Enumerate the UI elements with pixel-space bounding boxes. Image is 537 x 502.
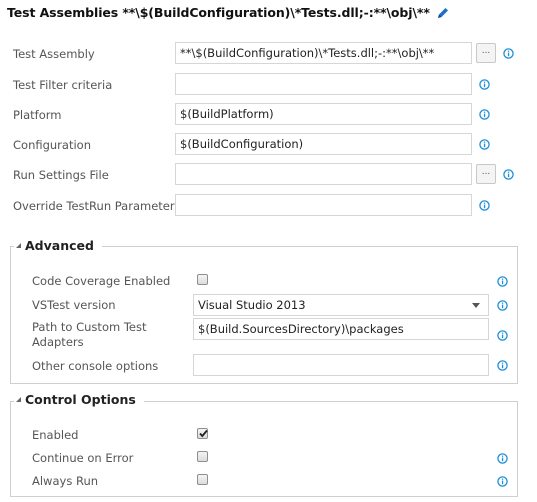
- field-platform: Platform $(BuildPlatform): [0, 103, 537, 129]
- task-title: Test Assemblies **\$(BuildConfiguration)…: [7, 5, 450, 20]
- field-label: Test Filter criteria: [13, 78, 113, 92]
- always-run-checkbox[interactable]: [197, 474, 208, 485]
- expand-triangle-icon: [16, 243, 21, 248]
- code-coverage-checkbox[interactable]: [197, 274, 208, 285]
- info-icon[interactable]: [479, 139, 490, 150]
- control-options-section-header[interactable]: Control Options: [14, 392, 144, 407]
- field-configuration: Configuration $(BuildConfiguration): [0, 133, 537, 159]
- field-override-params: Override TestRun Parameters: [0, 194, 537, 220]
- info-icon[interactable]: [479, 109, 490, 120]
- vstest-version-label: VSTest version: [32, 298, 116, 312]
- info-icon[interactable]: [479, 200, 490, 211]
- console-options-label: Other console options: [32, 359, 159, 373]
- info-icon[interactable]: [503, 48, 514, 59]
- task-title-text: Test Assemblies **\$(BuildConfiguration)…: [7, 5, 430, 20]
- custom-adapters-label-line2: Adapters: [32, 335, 84, 349]
- browse-button[interactable]: ...: [476, 43, 496, 63]
- expand-triangle-icon: [16, 397, 21, 402]
- continue-on-error-label: Continue on Error: [32, 451, 134, 465]
- info-icon[interactable]: [497, 360, 508, 371]
- info-icon[interactable]: [497, 476, 508, 487]
- vstest-version-select[interactable]: Visual Studio 2013: [193, 294, 489, 316]
- advanced-section-title: Advanced: [25, 238, 94, 253]
- field-test-assembly: Test Assembly **\$(BuildConfiguration)\*…: [0, 42, 537, 68]
- info-icon[interactable]: [497, 330, 508, 341]
- configuration-input[interactable]: $(BuildConfiguration): [175, 133, 472, 155]
- info-icon[interactable]: [497, 453, 508, 464]
- platform-input[interactable]: $(BuildPlatform): [175, 103, 472, 125]
- override-params-input[interactable]: [175, 194, 472, 216]
- browse-button[interactable]: ...: [476, 164, 496, 184]
- test-assembly-input[interactable]: **\$(BuildConfiguration)\*Tests.dll;-:**…: [175, 42, 472, 64]
- always-run-label: Always Run: [32, 474, 99, 488]
- dropdown-arrow-icon: [472, 303, 480, 308]
- enabled-checkbox[interactable]: [197, 428, 208, 439]
- info-icon[interactable]: [479, 79, 490, 90]
- code-coverage-label: Code Coverage Enabled: [32, 274, 171, 288]
- enabled-label: Enabled: [32, 428, 79, 442]
- test-filter-input[interactable]: [175, 73, 472, 95]
- field-label: Configuration: [13, 138, 91, 152]
- pencil-icon[interactable]: [436, 6, 450, 20]
- field-label: Test Assembly: [13, 47, 95, 61]
- vstest-version-value: Visual Studio 2013: [198, 298, 306, 312]
- field-label: Platform: [13, 108, 62, 122]
- field-label: Run Settings File: [13, 168, 109, 182]
- console-options-input[interactable]: [193, 354, 489, 376]
- control-options-section-title: Control Options: [25, 392, 136, 407]
- custom-adapters-label-line1: Path to Custom Test: [32, 320, 147, 334]
- info-icon[interactable]: [497, 300, 508, 311]
- advanced-section-header[interactable]: Advanced: [14, 238, 102, 253]
- field-run-settings: Run Settings File ...: [0, 163, 537, 189]
- info-icon[interactable]: [503, 169, 514, 180]
- run-settings-input[interactable]: [175, 163, 472, 185]
- field-test-filter: Test Filter criteria: [0, 73, 537, 99]
- field-label: Override TestRun Parameters: [13, 199, 181, 213]
- continue-on-error-checkbox[interactable]: [197, 451, 208, 462]
- info-icon[interactable]: [497, 276, 508, 287]
- custom-adapters-input[interactable]: $(Build.SourcesDirectory)\packages: [193, 318, 489, 340]
